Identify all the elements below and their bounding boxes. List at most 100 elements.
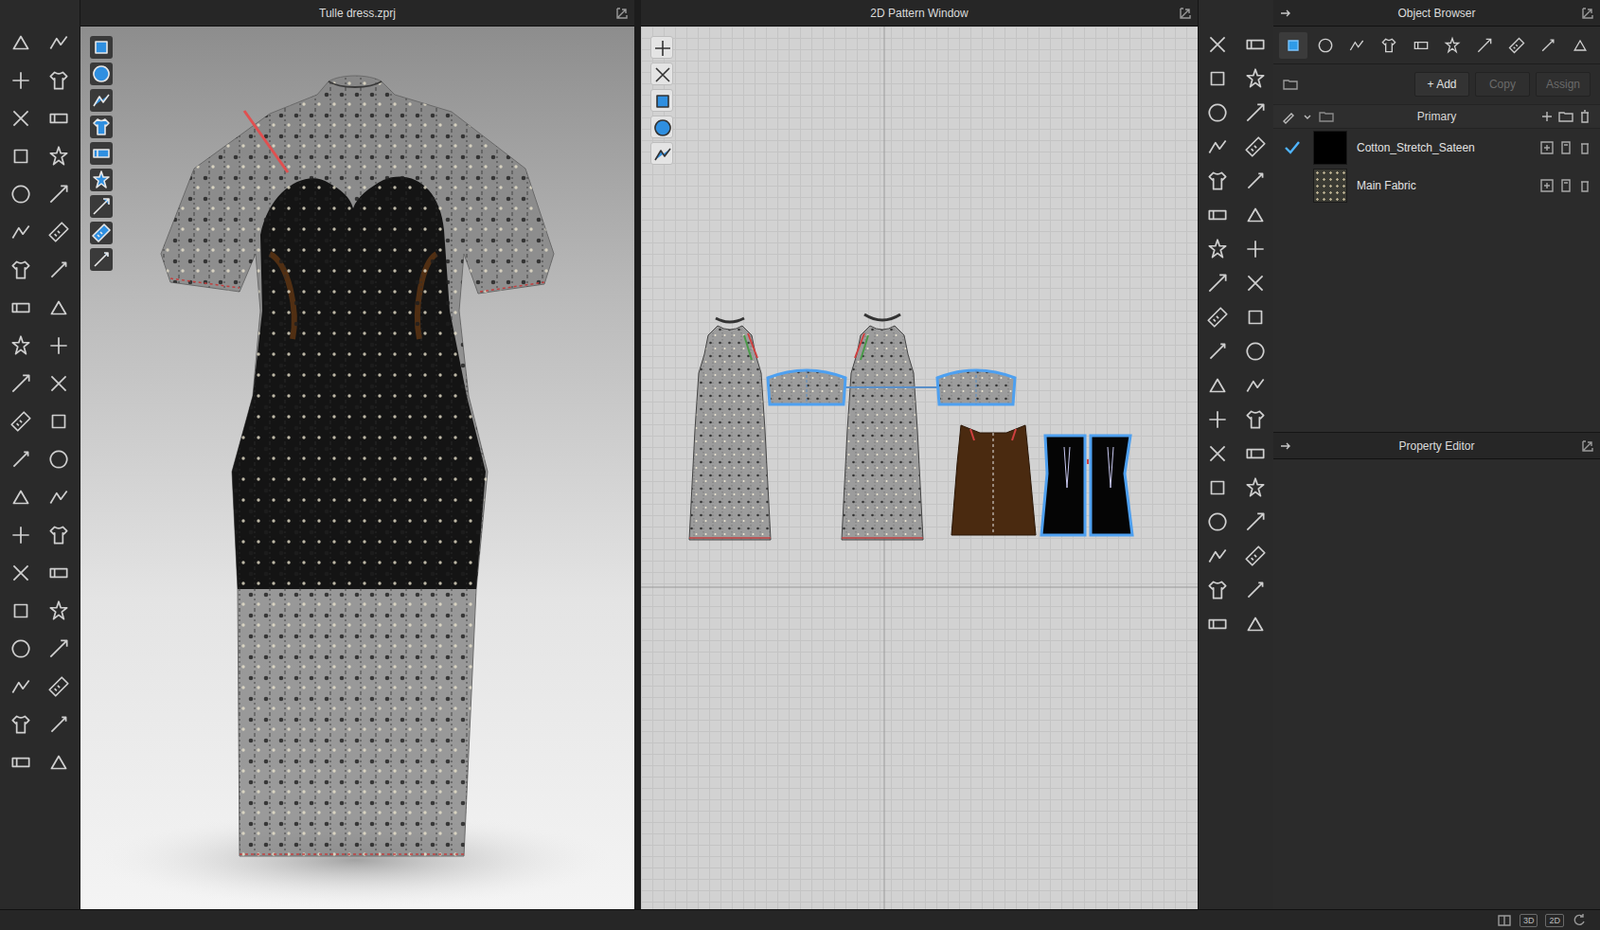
fabric-row[interactable]: Cotton_Stretch_Sateen [1273,128,1600,167]
pin-icon[interactable] [1205,236,1230,262]
line-icon[interactable] [8,674,34,699]
square-icon[interactable] [46,408,72,434]
shirt-icon[interactable] [1205,577,1230,603]
pin-icon[interactable] [89,168,113,192]
arrow-icon[interactable] [1243,100,1268,125]
expand-icon[interactable] [1177,5,1193,21]
fabric-action-button[interactable]: + Add [1414,71,1470,97]
circle-icon[interactable] [1205,509,1230,534]
pattern-pieces[interactable] [640,26,1198,909]
panel-icon[interactable] [89,142,113,165]
line-icon[interactable] [1205,134,1230,160]
expand-icon[interactable] [1580,438,1596,454]
triangle-icon[interactable] [8,30,34,55]
pin-icon[interactable] [46,143,72,169]
circle-icon[interactable] [89,62,113,86]
circle-icon[interactable] [1243,338,1268,364]
ruler-icon[interactable] [46,219,72,245]
arrow-icon[interactable] [1243,509,1268,534]
pin-icon[interactable] [1243,66,1268,91]
shirt-icon[interactable] [8,257,34,283]
panel-icon[interactable] [46,106,72,131]
shirt-icon[interactable] [46,68,72,93]
shirt-icon[interactable] [89,115,113,139]
pen-icon[interactable] [1280,108,1297,125]
copy-icon[interactable] [1558,140,1574,156]
arrow-icon[interactable] [1278,438,1294,454]
pin-icon[interactable] [1243,475,1268,500]
refresh-icon[interactable] [1571,912,1587,928]
scissors-icon[interactable] [8,560,34,586]
ruler-icon[interactable] [1243,134,1268,160]
expand-icon[interactable] [614,5,630,21]
arrow-icon[interactable] [46,636,72,661]
panel-icon[interactable] [46,560,72,586]
line-icon[interactable] [89,88,113,112]
line-icon[interactable] [46,484,72,510]
view-mode-button[interactable]: 2D [1545,913,1565,927]
square-icon[interactable] [1243,304,1268,330]
square-icon[interactable] [8,143,34,169]
pattern-2d-canvas[interactable] [640,26,1198,909]
ruler-icon[interactable] [1243,543,1268,569]
needle-icon[interactable] [46,711,72,737]
ruler-icon[interactable] [89,221,113,245]
circle-icon[interactable] [8,181,34,207]
triangle-icon[interactable] [1565,32,1595,59]
plus-icon[interactable] [1205,407,1230,432]
triangle-icon[interactable] [1205,373,1230,398]
arrow-icon[interactable] [46,181,72,207]
pin-icon[interactable] [1439,32,1468,59]
ruler-icon[interactable] [1205,304,1230,330]
fabric-row[interactable]: Main Fabric [1273,166,1600,205]
panel-icon[interactable] [1205,611,1230,637]
dress-avatar[interactable] [80,26,635,909]
line-icon[interactable] [1243,373,1268,398]
needle-icon[interactable] [89,248,113,271]
scissors-icon[interactable] [46,371,72,396]
fabric-swatch[interactable] [1313,130,1348,165]
triangle-icon[interactable] [8,484,34,510]
needle-icon[interactable] [1243,577,1268,603]
shirt-icon[interactable] [1243,407,1268,432]
needle-icon[interactable] [1534,32,1564,59]
scissors-icon[interactable] [650,62,674,86]
panel-icon[interactable] [1406,32,1436,59]
expand-icon[interactable] [1580,5,1596,21]
panel-icon[interactable] [8,295,34,320]
fabric-group[interactable]: Primary [1273,104,1600,129]
trash-icon[interactable] [1577,177,1593,194]
folder-icon[interactable] [1318,108,1334,125]
shirt-icon[interactable] [1205,168,1230,194]
needle-icon[interactable] [1205,338,1230,364]
add-icon[interactable] [1539,177,1555,194]
arrow-icon[interactable] [1470,32,1499,59]
shirt-icon[interactable] [8,711,34,737]
arrow-icon[interactable] [1205,270,1230,296]
arrow-icon[interactable] [89,195,113,218]
circle-icon[interactable] [8,636,34,661]
scissors-icon[interactable] [8,106,34,131]
ruler-icon[interactable] [8,408,34,434]
ruler-icon[interactable] [46,674,72,699]
add-icon[interactable] [1539,108,1555,125]
scissors-icon[interactable] [1205,441,1230,466]
trash-icon[interactable] [1577,108,1593,125]
arrow-icon[interactable] [8,371,34,396]
triangle-icon[interactable] [1243,611,1268,637]
folder-icon[interactable] [1558,108,1574,125]
fabric-action-button[interactable]: Assign [1535,71,1591,97]
panel-icon[interactable] [1243,441,1268,466]
plus-icon[interactable] [650,35,674,59]
circle-icon[interactable] [650,115,674,139]
circle-icon[interactable] [46,446,72,472]
dropdown-icon[interactable] [1299,108,1316,125]
plus-icon[interactable] [8,522,34,548]
copy-icon[interactable] [1558,177,1574,194]
line-icon[interactable] [1205,543,1230,569]
shirt-icon[interactable] [1374,32,1404,59]
triangle-icon[interactable] [46,749,72,775]
view-mode-button[interactable]: 3D [1519,913,1539,927]
plus-icon[interactable] [46,333,72,358]
triangle-icon[interactable] [46,295,72,320]
